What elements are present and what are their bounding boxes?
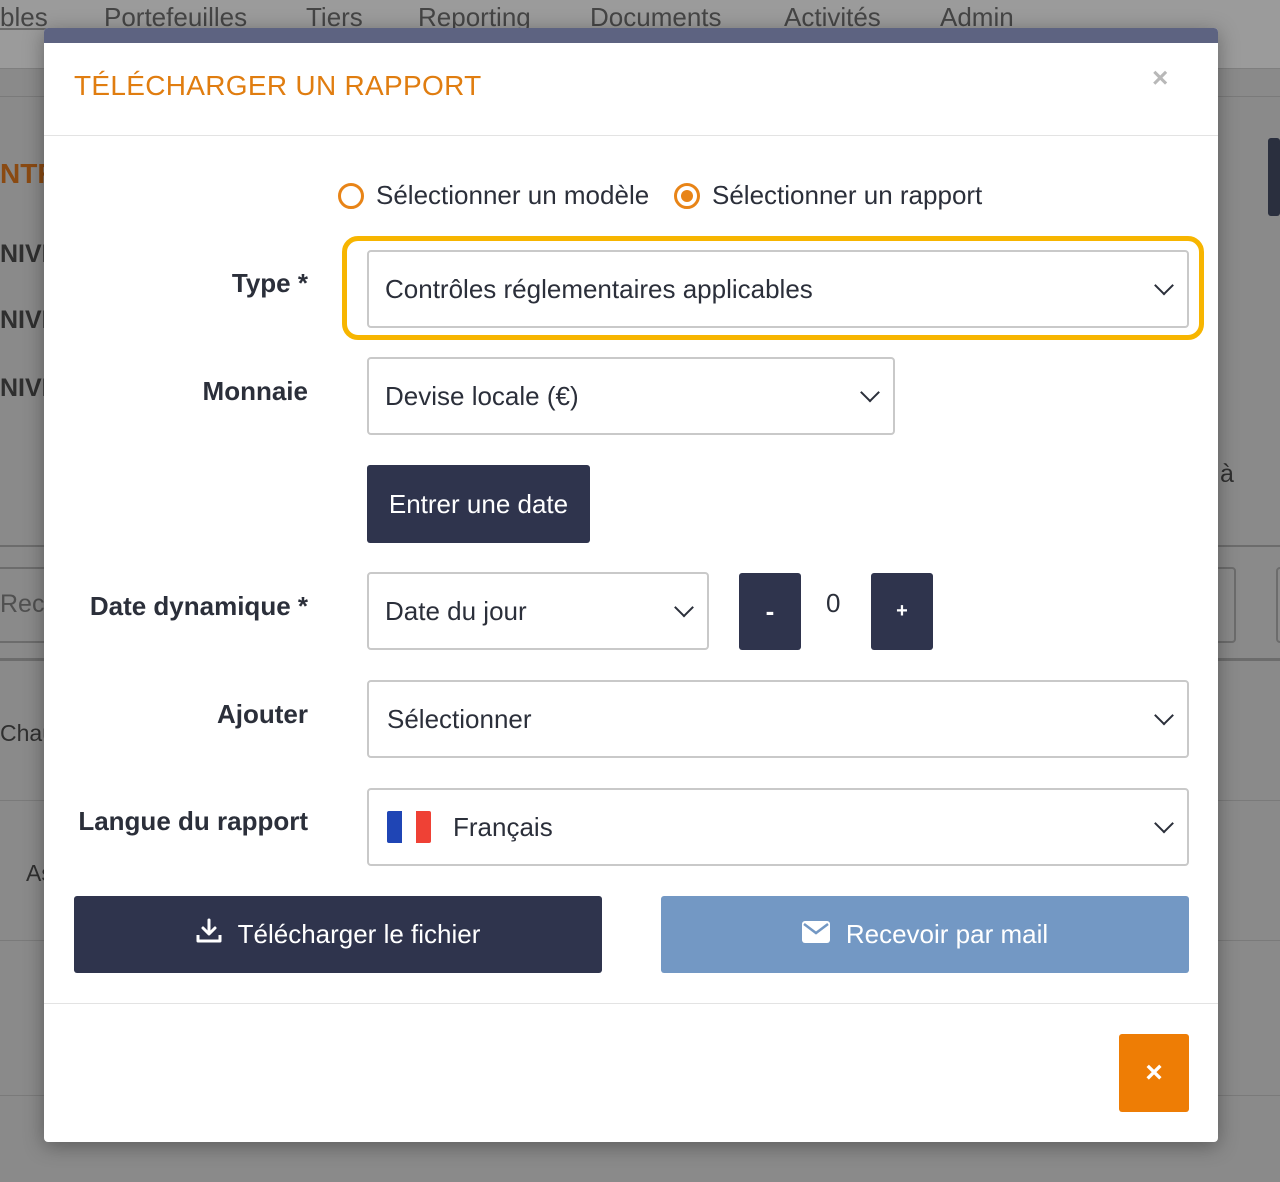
dynamic-date-value: Date du jour: [385, 595, 527, 626]
chevron-down-icon: [860, 382, 880, 403]
dynamic-date-select[interactable]: Date du jour: [367, 572, 709, 650]
language-select-value: Français: [453, 811, 553, 842]
background-search-placeholder: Rec: [0, 590, 45, 618]
date-offset-value: 0: [826, 588, 841, 618]
radio-checked-icon[interactable]: [674, 182, 700, 209]
chevron-down-icon: [1154, 275, 1174, 296]
add-label: Ajouter: [217, 699, 308, 729]
flag-fr-icon: [387, 811, 431, 843]
footer-close-button[interactable]: ×: [1119, 1034, 1189, 1112]
background-button[interactable]: [1268, 138, 1280, 216]
type-select-value: Contrôles réglementaires applicables: [385, 273, 813, 304]
increment-button[interactable]: +: [871, 573, 933, 650]
receive-by-mail-button[interactable]: Recevoir par mail: [661, 896, 1189, 973]
download-file-label: Télécharger le fichier: [237, 919, 481, 949]
envelope-icon: [801, 919, 830, 950]
add-select-value: Sélectionner: [387, 703, 532, 734]
header-divider: [44, 135, 1218, 136]
add-select[interactable]: Sélectionner: [367, 680, 1189, 758]
receive-by-mail-label: Recevoir par mail: [845, 919, 1049, 949]
radio-label: Sélectionner un modèle: [376, 180, 650, 210]
download-file-button[interactable]: Télécharger le fichier: [74, 896, 602, 973]
close-icon[interactable]: ×: [1152, 62, 1168, 94]
decrement-button[interactable]: -: [739, 573, 801, 650]
language-label: Langue du rapport: [78, 806, 308, 836]
footer-divider: [44, 1003, 1218, 1004]
chevron-down-icon: [1154, 813, 1174, 834]
language-select[interactable]: Français: [367, 788, 1189, 866]
background-filter-box[interactable]: [1276, 567, 1280, 643]
type-select[interactable]: Contrôles réglementaires applicables: [367, 250, 1189, 328]
modal-top-bar: [44, 28, 1218, 43]
radio-select-report[interactable]: Sélectionner un rapport: [674, 180, 982, 211]
type-label: Type *: [231, 268, 308, 298]
download-icon: [196, 918, 222, 951]
currency-label: Monnaie: [202, 376, 308, 406]
background-text: à: [1220, 460, 1234, 488]
currency-select[interactable]: Devise locale (€): [367, 357, 895, 435]
radio-unchecked-icon[interactable]: [338, 182, 364, 209]
enter-date-button[interactable]: Entrer une date: [367, 465, 590, 543]
chevron-down-icon: [1154, 705, 1174, 726]
chevron-down-icon: [674, 597, 694, 618]
radio-select-template[interactable]: Sélectionner un modèle: [338, 180, 649, 211]
modal-title: TÉLÉCHARGER UN RAPPORT: [74, 70, 482, 101]
download-report-modal: TÉLÉCHARGER UN RAPPORT × Sélectionner un…: [44, 28, 1218, 1142]
nav-item-partial[interactable]: bles: [0, 2, 48, 33]
dynamic-date-label: Date dynamique *: [89, 591, 308, 621]
currency-select-value: Devise locale (€): [385, 380, 579, 411]
radio-label: Sélectionner un rapport: [712, 180, 983, 210]
